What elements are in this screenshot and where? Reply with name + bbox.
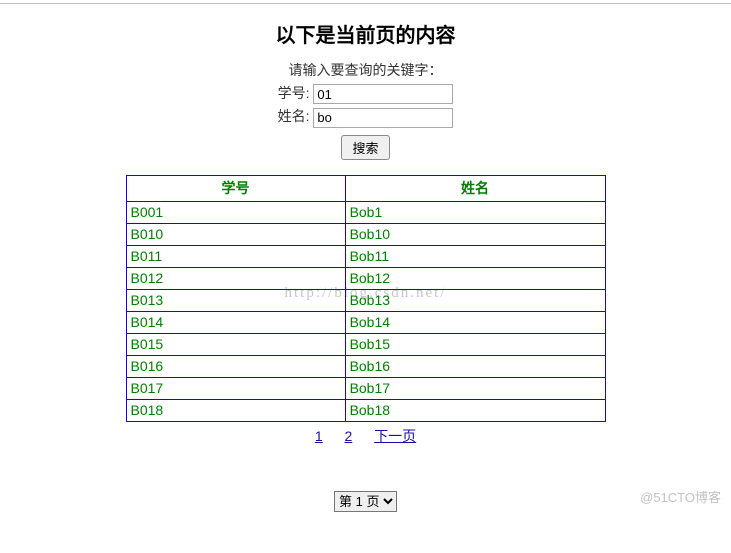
page-title: 以下是当前页的内容 (0, 19, 731, 48)
cell-name: Bob15 (345, 333, 605, 355)
page-select[interactable]: 第 1 页 (334, 491, 397, 512)
cell-id: B011 (126, 245, 345, 267)
table-row: B016Bob16 (126, 355, 605, 377)
pager-page-2[interactable]: 2 (345, 428, 353, 444)
cell-name: Bob16 (345, 355, 605, 377)
cell-id: B018 (126, 399, 345, 421)
cell-name: Bob18 (345, 399, 605, 421)
id-input[interactable] (313, 84, 453, 104)
table-row: B013Bob13 (126, 289, 605, 311)
cell-id: B016 (126, 355, 345, 377)
pager-current: 1 (315, 428, 323, 444)
table-row: B017Bob17 (126, 377, 605, 399)
cell-id: B013 (126, 289, 345, 311)
cell-name: Bob1 (345, 201, 605, 223)
search-button[interactable]: 搜索 (341, 135, 389, 160)
col-header-name: 姓名 (345, 175, 605, 201)
table-row: B012Bob12 (126, 267, 605, 289)
name-input[interactable] (313, 108, 453, 128)
cell-name: Bob14 (345, 311, 605, 333)
cell-id: B017 (126, 377, 345, 399)
results-table: 学号 姓名 B001Bob1B010Bob10B011Bob11B012Bob1… (126, 175, 606, 422)
table-row: B011Bob11 (126, 245, 605, 267)
cell-id: B010 (126, 223, 345, 245)
table-row: B014Bob14 (126, 311, 605, 333)
cell-id: B015 (126, 333, 345, 355)
search-form: 请输入要查询的关键字： 学号: 姓名: 搜索 (0, 60, 731, 160)
col-header-id: 学号 (126, 175, 345, 201)
table-row: B010Bob10 (126, 223, 605, 245)
cell-id: B001 (126, 201, 345, 223)
pager-next[interactable]: 下一页 (374, 428, 416, 444)
cell-name: Bob13 (345, 289, 605, 311)
cell-name: Bob11 (345, 245, 605, 267)
cell-name: Bob17 (345, 377, 605, 399)
cell-id: B014 (126, 311, 345, 333)
cell-name: Bob10 (345, 223, 605, 245)
table-row: B015Bob15 (126, 333, 605, 355)
table-row: B018Bob18 (126, 399, 605, 421)
id-label: 学号: (278, 85, 310, 101)
cell-name: Bob12 (345, 267, 605, 289)
top-divider (0, 3, 731, 4)
search-prompt: 请输入要查询的关键字： (0, 60, 731, 80)
pager: 1 2 下一页 (0, 426, 731, 446)
cell-id: B012 (126, 267, 345, 289)
name-label: 姓名: (278, 108, 310, 124)
table-row: B001Bob1 (126, 201, 605, 223)
